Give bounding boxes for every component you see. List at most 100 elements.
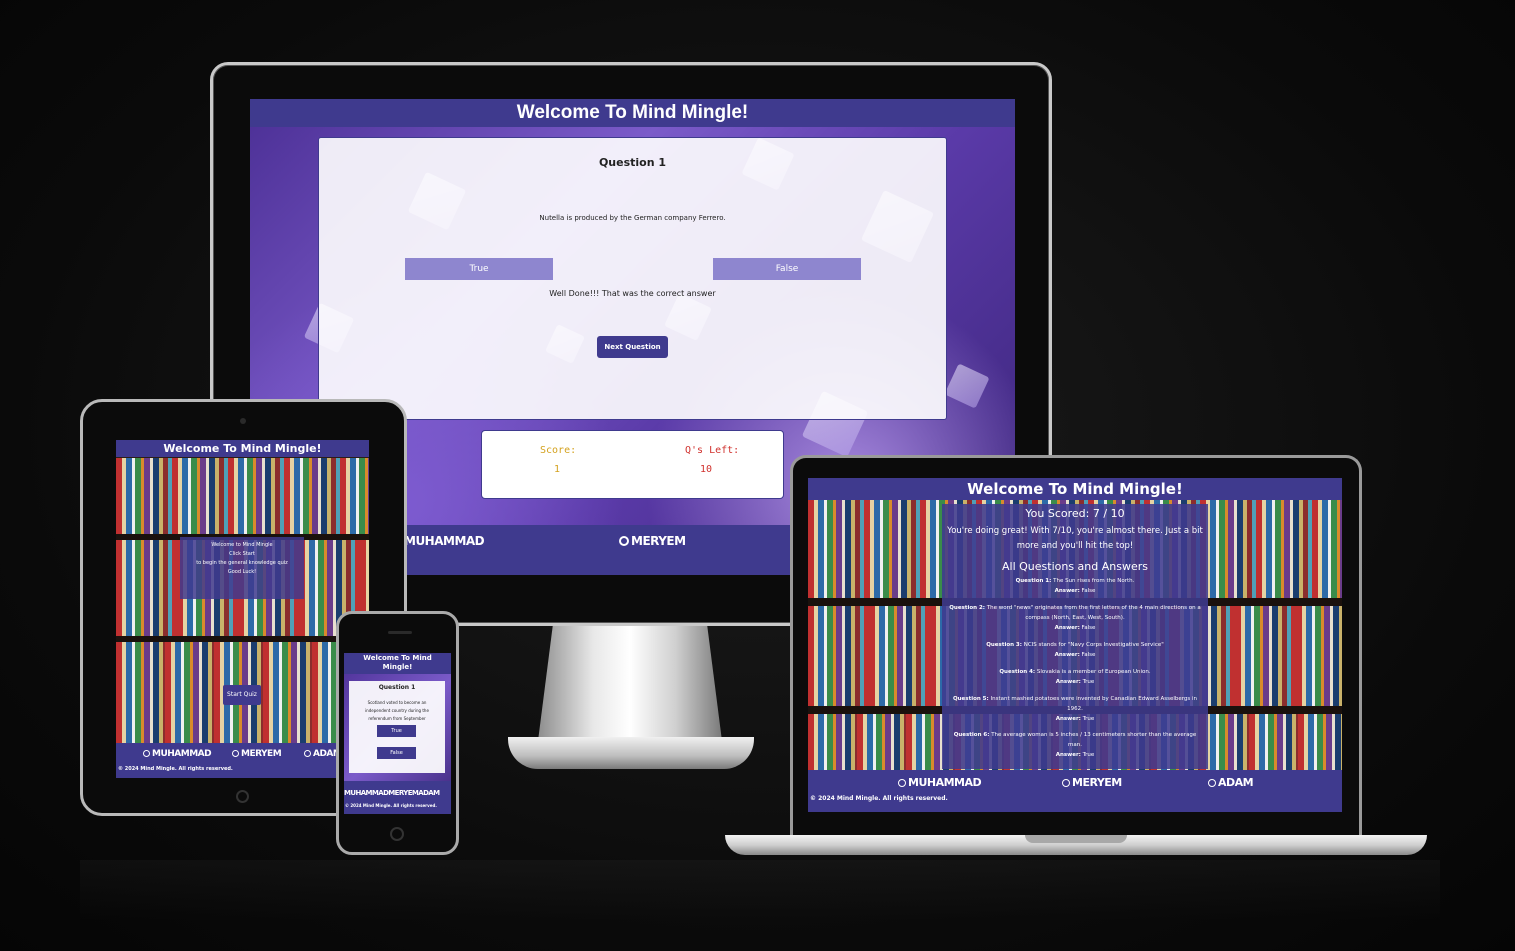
laptop-screen: Welcome To Mind Mingle! You Scored: 7 / … [808, 478, 1342, 812]
qa-question-text: The word "news" originates from the firs… [986, 605, 1201, 611]
welcome-line: Good Luck! [227, 569, 257, 575]
question-text: Scotland voted to become an independent … [365, 700, 429, 721]
qa-item: Question 6: The average woman is 5 inche… [942, 730, 1208, 760]
github-icon [143, 750, 150, 757]
questions-left-label: Q's Left: [685, 445, 740, 456]
questions-left-value: 10 [700, 464, 713, 475]
page-header: Welcome To Mind Mingle! [344, 653, 451, 674]
floor-reflection [80, 860, 1440, 920]
footer-link-muhammad[interactable]: MUHAMMAD [143, 749, 212, 759]
result-message-line: You're doing great! With 7/10, you're al… [947, 526, 1203, 536]
result-message-line: more and you'll hit the top! [1016, 541, 1134, 551]
welcome-message: Welcome to Mind Mingle Click Start to be… [180, 537, 304, 599]
qa-answer-label: Answer: [1054, 625, 1080, 631]
qa-question-text: Instant mashed potatoes were invented by… [990, 696, 1198, 702]
footer-link-label: MERYEM [1072, 776, 1122, 789]
github-icon [304, 750, 311, 757]
false-button[interactable]: False [713, 258, 861, 280]
phone-home-button [390, 827, 404, 841]
qa-answer-label: Answer: [1055, 752, 1081, 758]
github-icon [619, 536, 629, 546]
qa-answer: True [1082, 679, 1095, 685]
footer-link-adam[interactable]: ADAM [1208, 776, 1254, 789]
qa-question-text: man. [1068, 742, 1082, 748]
next-question-button[interactable]: Next Question [597, 336, 668, 358]
qa-question-label: Question 1: [1015, 578, 1052, 584]
qa-item: Question 1: The Sun rises from the North… [942, 576, 1208, 596]
page-header: Welcome To Mind Mingle! [250, 99, 1015, 127]
qa-answer: True [1082, 716, 1095, 722]
qa-answer: True [1082, 752, 1095, 758]
start-quiz-button[interactable]: Start Quiz [223, 685, 261, 705]
qa-question-text: NCIS stands for "Navy Corps Investigativ… [1023, 642, 1164, 648]
phone-screen: Welcome To Mind Mingle! Question 1 Scotl… [344, 653, 451, 814]
welcome-line: Click Start [229, 551, 255, 557]
true-button[interactable]: True [405, 258, 553, 280]
footer-link-label: MUHAMMAD [404, 534, 485, 548]
footer-link-meryem[interactable]: MERYEM [619, 534, 686, 548]
qa-question-label: Question 5: [952, 696, 989, 702]
true-button[interactable]: True [377, 725, 416, 737]
qa-question-label: Question 6: [953, 732, 990, 738]
monitor-stand-neck [538, 626, 722, 741]
false-button[interactable]: False [377, 747, 416, 759]
phone-speaker [388, 631, 412, 634]
footer-link-muhammad[interactable]: MUHAMMAD [404, 534, 485, 548]
final-score: You Scored: 7 / 10 [1025, 507, 1125, 520]
tablet-camera [240, 418, 246, 424]
footer-link-label: ADAM [1218, 776, 1254, 789]
welcome-line: to begin the general knowledge quiz [196, 560, 288, 566]
quiz-card: Question 1 Nutella is produced by the Ge… [318, 137, 947, 420]
footer-link-label: MUHAMMAD [908, 776, 982, 789]
page-header: Welcome To Mind Mingle! [116, 440, 369, 457]
qa-answer-label: Answer: [1055, 679, 1081, 685]
welcome-line: Welcome to Mind Mingle [211, 542, 273, 548]
footer-link-meryem[interactable]: MERYEM [1062, 776, 1122, 789]
laptop-notch [1025, 835, 1127, 843]
page-footer: MUHAMMAD MERYEM ADAM © 2024 Mind Mingle.… [116, 743, 369, 778]
copyright: © 2024 Mind Mingle. All rights reserved. [118, 766, 233, 772]
answer-feedback: Well Done!!! That was the correct answer [549, 289, 716, 298]
header-line: Welcome To Mind [363, 654, 432, 662]
score-panel: Score: 1 Q's Left: 10 [481, 430, 784, 499]
qa-question-text: 1962. [1067, 706, 1083, 712]
qa-question-text: The Sun rises from the North. [1053, 578, 1135, 584]
footer-links[interactable]: MUHAMMADMERYEMADAM [344, 789, 440, 797]
score-value: 1 [554, 464, 561, 475]
footer-link-label: MERYEM [631, 534, 686, 548]
footer-link-label: MERYEM [241, 749, 282, 759]
tablet-home-button [236, 790, 249, 803]
qa-question-text: compass (North, East, West, South). [1025, 615, 1125, 621]
copyright: © 2024 Mind Mingle. All rights reserved. [810, 795, 948, 802]
qa-answer: False [1081, 625, 1096, 631]
all-qa-title: All Questions and Answers [1002, 560, 1148, 573]
qa-question-label: Question 3: [986, 642, 1022, 648]
score-label: Score: [540, 445, 577, 456]
copyright: © 2024 Mind Mingle. All rights reserved. [345, 803, 437, 808]
footer-link-muhammad[interactable]: MUHAMMAD [898, 776, 982, 789]
qa-answer-label: Answer: [1054, 652, 1080, 658]
tablet-screen: Welcome To Mind Mingle! Welcome to Mind … [116, 440, 369, 778]
qa-item: Question 3: NCIS stands for "Navy Corps … [942, 640, 1208, 660]
page-header: Welcome To Mind Mingle! [808, 478, 1342, 500]
qa-question-text: The average woman is 5 inches / 13 centi… [991, 732, 1197, 738]
github-icon [1208, 779, 1216, 787]
qa-answer: False [1081, 652, 1096, 658]
question-title: Question 1 [598, 156, 667, 169]
page-footer: MUHAMMAD MERYEM ADAM © 2024 Mind Mingle.… [808, 770, 1342, 812]
header-line: Mingle! [382, 663, 413, 671]
qa-item: Question 5: Instant mashed potatoes were… [942, 694, 1208, 724]
footer-link-meryem[interactable]: MERYEM [232, 749, 282, 759]
monitor-stand-base [508, 737, 754, 769]
result-message: You're doing great! With 7/10, you're al… [942, 524, 1208, 554]
github-icon [898, 779, 906, 787]
results-panel: You Scored: 7 / 10 You're doing great! W… [942, 504, 1208, 769]
qa-item: Question 2: The word "news" originates f… [942, 603, 1208, 633]
page-footer: MUHAMMADMERYEMADAM © 2024 Mind Mingle. A… [344, 781, 451, 814]
github-icon [1062, 779, 1070, 787]
footer-link-label: MUHAMMAD [152, 749, 212, 759]
qa-question-label: Question 4: [999, 669, 1036, 675]
qa-question-text: Slovakia is a member of European Union. [1036, 669, 1151, 675]
qa-item: Question 4: Slovakia is a member of Euro… [942, 667, 1208, 687]
qa-question-label: Question 2: [949, 605, 985, 611]
